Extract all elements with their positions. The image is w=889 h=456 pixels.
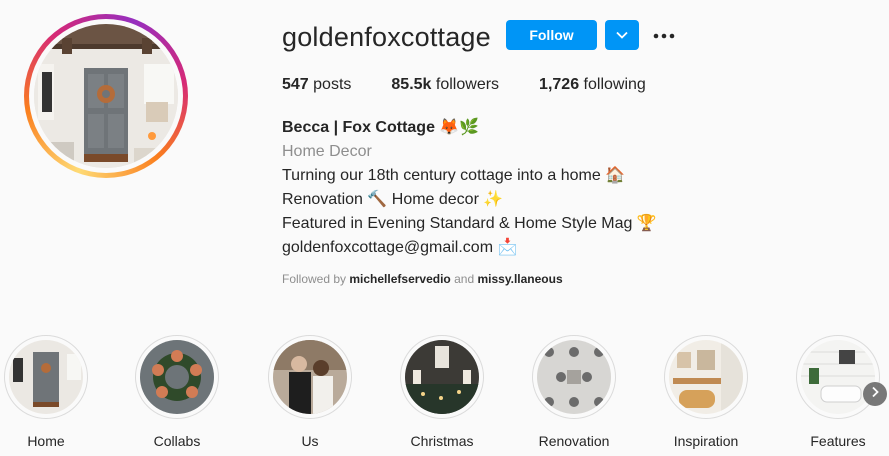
highlight-cover [801,340,875,414]
highlight-home[interactable]: Home [4,335,88,449]
highlight-christmas[interactable]: Christmas [400,335,484,449]
highlight-label: Features [810,433,866,449]
posts-label: posts [313,76,352,93]
highlight-label: Us [301,433,319,449]
highlight-label: Collabs [153,433,201,449]
followed-by-prefix: Followed by [282,272,347,286]
suggested-dropdown-button[interactable] [605,20,639,50]
username: goldenfoxcottage [282,22,491,52]
bio-line: Renovation 🔨 Home decor ✨ [282,191,504,208]
highlights-next-button[interactable] [863,382,887,406]
highlight-ring [400,335,484,419]
highlight-collabs[interactable]: Collabs [135,335,219,449]
followers-stat[interactable]: 85.5k followers [391,76,499,94]
highlight-cover [669,340,743,414]
posts-stat: 547 posts [282,76,351,94]
posts-count: 547 [282,76,309,93]
profile-stats: 547 posts 85.5k followers 1,726 followin… [282,76,686,94]
avatar-image [34,24,178,168]
highlight-label: Renovation [538,433,610,449]
following-label: following [583,76,646,93]
highlight-inspiration[interactable]: Inspiration [664,335,748,449]
highlight-ring [796,335,880,419]
highlight-label: Inspiration [673,433,739,449]
profile-avatar[interactable] [24,14,188,178]
highlight-renovation[interactable]: Renovation [532,335,616,449]
followers-label: followers [435,76,500,93]
highlight-label: Christmas [410,433,474,449]
highlight-cover [9,340,83,414]
followed-by-user-link[interactable]: missy.llaneous [477,272,562,286]
highlight-label: Home [27,433,65,449]
category-label: Home Decor [282,143,372,160]
chevron-right-icon [871,385,879,403]
highlight-ring [4,335,88,419]
following-stat[interactable]: 1,726 following [539,76,646,94]
followers-count: 85.5k [391,76,432,93]
highlight-ring [532,335,616,419]
chevron-down-icon [616,26,628,44]
bio-line: Featured in Evening Standard & Home Styl… [282,215,657,232]
highlight-ring [268,335,352,419]
highlight-cover [140,340,214,414]
highlight-cover [405,340,479,414]
bio-line: Turning our 18th century cottage into a … [282,167,626,184]
following-count: 1,726 [539,76,580,93]
highlight-cover [273,340,347,414]
profile-bio: Becca | Fox Cottage 🦊🌿 Home Decor Turnin… [282,116,657,260]
highlight-ring [664,335,748,419]
followed-by-conjunction: and [454,272,475,286]
follow-button[interactable]: Follow [506,20,597,50]
more-horizontal-icon [653,26,675,44]
followed-by-user-link[interactable]: michellefservedio [349,272,450,286]
highlight-ring [135,335,219,419]
bio-email-line: goldenfoxcottage@gmail.com 📩 [282,239,518,256]
highlight-us[interactable]: Us [268,335,352,449]
more-options-button[interactable] [652,24,676,46]
highlight-cover [537,340,611,414]
display-name: Becca | Fox Cottage 🦊🌿 [282,119,480,136]
followed-by: Followed by michellefservedio and missy.… [282,272,563,286]
